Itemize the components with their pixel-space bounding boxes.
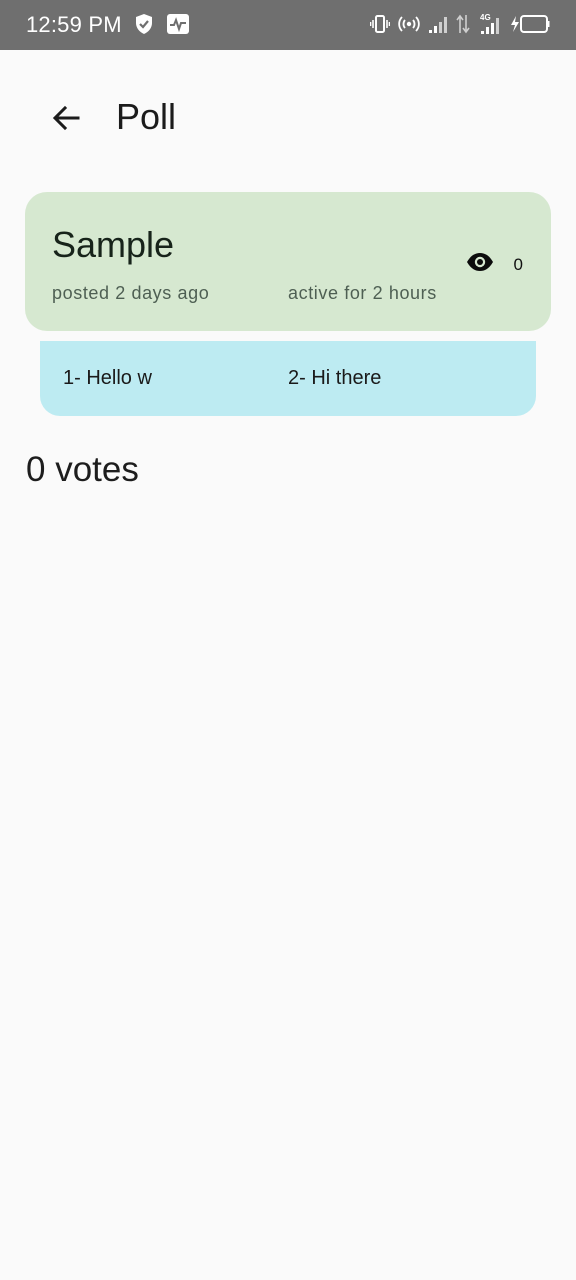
hotspot-icon bbox=[398, 13, 420, 35]
poll-active-duration: active for 2 hours bbox=[288, 283, 437, 303]
status-right-icons: 4G bbox=[370, 12, 550, 36]
activity-icon bbox=[166, 13, 190, 35]
status-time: 12:59 PM bbox=[26, 12, 122, 37]
status-bar: 12:59 PM 4G bbox=[0, 0, 576, 50]
poll-option-2[interactable]: 2- Hi there bbox=[288, 367, 381, 390]
poll-views: 0 bbox=[466, 252, 523, 277]
shield-check-icon bbox=[134, 13, 154, 35]
poll-option-1[interactable]: 1- Hello w bbox=[63, 367, 152, 390]
app-bar: Poll bbox=[0, 50, 576, 186]
status-left-icons bbox=[134, 13, 190, 35]
votes-total: 0 votes bbox=[26, 450, 139, 489]
battery-charging-icon bbox=[510, 13, 550, 35]
eye-icon bbox=[466, 252, 494, 277]
back-button[interactable] bbox=[40, 94, 92, 146]
signal-icon bbox=[428, 13, 448, 35]
poll-posted-time: posted 2 days ago bbox=[52, 283, 210, 303]
signal-4g-icon: 4G bbox=[478, 12, 502, 36]
data-arrows-icon bbox=[456, 13, 470, 35]
vibrate-icon bbox=[370, 13, 390, 35]
page-title: Poll bbox=[116, 96, 177, 137]
views-count: 0 bbox=[513, 254, 523, 274]
svg-text:4G: 4G bbox=[480, 13, 491, 22]
poll-title: Sample bbox=[52, 224, 175, 265]
poll-options: 1- Hello w 2- Hi there bbox=[40, 341, 536, 416]
poll-card[interactable]: Sample 0 posted 2 days ago active for 2 … bbox=[25, 192, 551, 331]
arrow-back-icon bbox=[50, 102, 82, 139]
